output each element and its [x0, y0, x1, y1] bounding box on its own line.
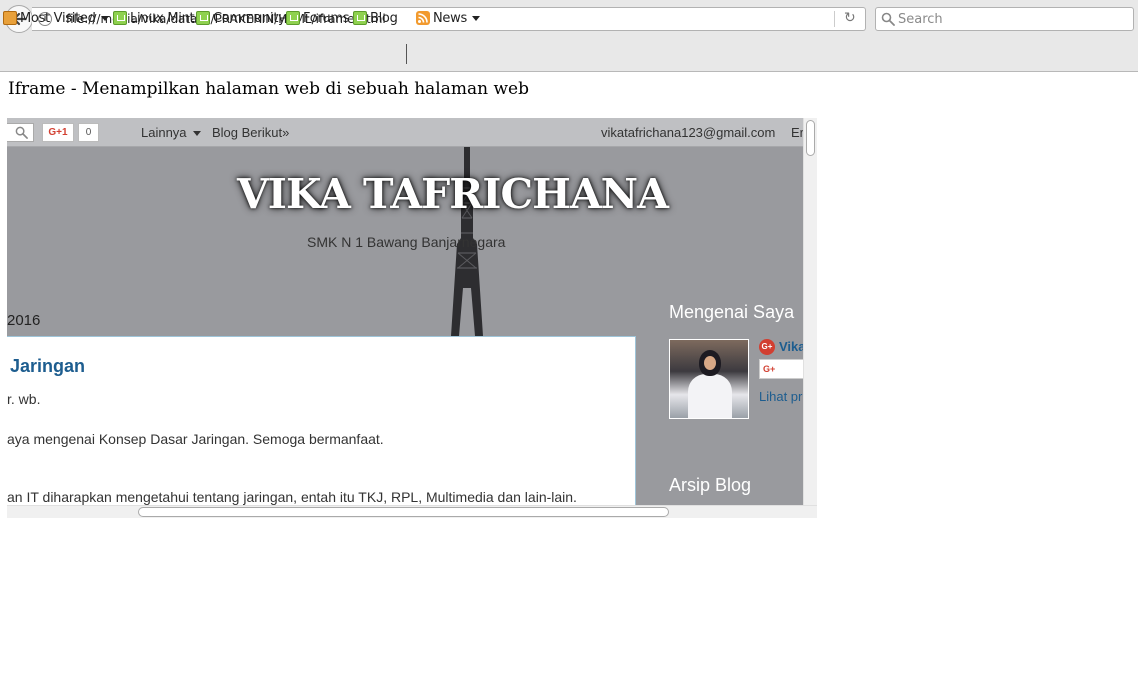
bookmarks-toolbar [0, 38, 1138, 72]
bookmark-news[interactable]: News [416, 9, 480, 27]
eiffel-tower-image [451, 118, 483, 336]
embedded-iframe[interactable]: G+1 0 Lainnya Blog Berikut» vikatafricha… [7, 118, 817, 518]
more-menu[interactable]: Lainnya [141, 125, 202, 140]
search-bar[interactable] [875, 7, 1134, 31]
search-icon [881, 12, 895, 26]
gplus-follow-button[interactable]: G+ [759, 359, 809, 379]
bookmark-separator [406, 44, 407, 64]
gplus-count: 0 [78, 123, 99, 142]
search-input[interactable] [898, 9, 1128, 29]
bookmark-blog[interactable]: Blog [353, 9, 398, 27]
post-date: 2016 [7, 312, 41, 329]
bookmark-most-visited[interactable]: Most Visited [3, 9, 109, 27]
bookmark-linux-mint[interactable]: Linux Mint [113, 9, 195, 27]
bookmark-forums[interactable]: Forums [286, 9, 350, 27]
more-label: Lainnya [141, 125, 187, 140]
profile-name-link[interactable]: Vika [779, 339, 806, 354]
user-email: vikatafrichana123@gmail.com [601, 125, 776, 140]
bookmark-label: News [433, 10, 467, 26]
gplus-one-button[interactable]: G+1 [42, 123, 74, 142]
blog-description: SMK N 1 Bawang Banjarnegara [307, 234, 506, 250]
bookmark-label: Forums [303, 10, 350, 26]
chevron-down-icon [471, 15, 480, 21]
reload-icon[interactable]: ↻ [844, 10, 856, 26]
page-title: Iframe - Menampilkan halaman web di sebu… [8, 79, 529, 99]
vertical-scrollbar-thumb[interactable] [806, 120, 815, 156]
blog-title[interactable]: VIKA TAFRICHANA [237, 170, 669, 218]
post-text-line: r. wb. [7, 391, 41, 407]
chevron-down-icon [193, 131, 202, 137]
mint-icon [196, 11, 210, 25]
blogger-navbar: G+1 0 Lainnya Blog Berikut» vikatafricha… [7, 118, 804, 147]
bookmark-label: Linux Mint [130, 10, 195, 26]
mint-icon [353, 11, 367, 25]
post-text-line: an IT diharapkan mengetahui tentang jari… [7, 489, 577, 505]
horizontal-scrollbar[interactable] [7, 505, 817, 518]
view-profile-link[interactable]: Lihat pr [759, 389, 802, 404]
bookmark-label: Community [213, 10, 286, 26]
mint-icon [113, 11, 127, 25]
gplus-icon: G+ [759, 339, 775, 355]
about-heading: Mengenai Saya [669, 302, 795, 322]
url-separator [834, 11, 835, 27]
navbar-search-box[interactable] [7, 123, 34, 142]
bookmark-label: Most Visited [20, 10, 96, 26]
bookmark-community[interactable]: Community [196, 9, 286, 27]
archive-heading: Arsip Blog [669, 475, 752, 495]
rss-icon [416, 11, 430, 25]
post-text-line: aya mengenai Konsep Dasar Jaringan. Semo… [7, 431, 384, 447]
bookmark-label: Blog [370, 10, 398, 26]
search-icon [15, 126, 28, 139]
mint-icon [286, 11, 300, 25]
next-blog-link[interactable]: Blog Berikut» [212, 125, 289, 140]
post-title[interactable]: Jaringan [10, 356, 85, 377]
chevron-down-icon [100, 15, 109, 21]
profile-photo[interactable] [669, 339, 749, 419]
post-container: Jaringan r. wb. aya mengenai Konsep Dasa… [7, 336, 636, 518]
horizontal-scrollbar-thumb[interactable] [138, 507, 669, 517]
folder-icon [3, 11, 17, 25]
vertical-scrollbar[interactable] [803, 118, 817, 505]
